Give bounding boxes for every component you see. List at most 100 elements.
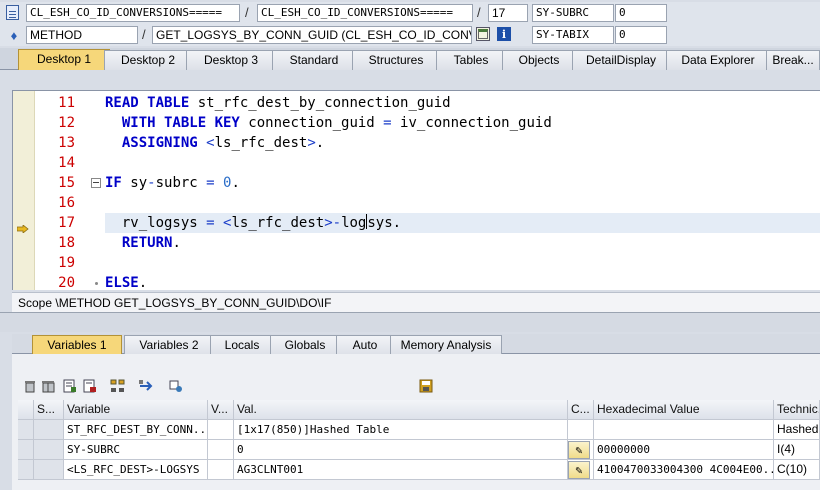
- code-line[interactable]: 15 IF sy-subrc = 0.: [13, 173, 820, 193]
- table-cell-change: ✎: [568, 460, 594, 480]
- source-code-editor[interactable]: 11 READ TABLE st_rfc_dest_by_connection_g…: [12, 90, 820, 290]
- code-line[interactable]: 20 ELSE.: [13, 273, 820, 290]
- pencil-edit-icon[interactable]: ✎: [568, 441, 590, 459]
- column-header-value[interactable]: Val.: [234, 400, 568, 420]
- table-cell-status: [34, 460, 64, 480]
- code-text[interactable]: READ TABLE st_rfc_dest_by_connection_gui…: [105, 93, 451, 113]
- info-icon[interactable]: i: [497, 27, 511, 41]
- tab-break[interactable]: Break...: [766, 50, 820, 70]
- settings-icon[interactable]: [168, 378, 184, 394]
- save-variables-icon[interactable]: [62, 378, 78, 394]
- fold-toggle-icon[interactable]: [91, 178, 101, 188]
- column-header-change[interactable]: C...: [568, 400, 594, 420]
- code-line[interactable]: 14: [13, 153, 820, 173]
- sysvar-name-field[interactable]: SY-SUBRC: [532, 4, 614, 22]
- code-line[interactable]: 18 RETURN.: [13, 233, 820, 253]
- tab-auto[interactable]: Auto: [336, 335, 394, 355]
- display-structure-icon[interactable]: [476, 27, 490, 41]
- tab-globals[interactable]: Globals: [270, 335, 340, 355]
- line-number: 11: [58, 95, 75, 111]
- tab-desktop-3[interactable]: Desktop 3: [186, 50, 276, 70]
- code-line[interactable]: 11 READ TABLE st_rfc_dest_by_connection_g…: [13, 93, 820, 113]
- code-line[interactable]: 13 ASSIGNING <ls_rfc_dest>.: [13, 133, 820, 153]
- row-selector[interactable]: [18, 460, 34, 480]
- column-header-hex[interactable]: Hexadecimal Value: [594, 400, 774, 420]
- sysvar-name-field-2[interactable]: SY-TABIX: [532, 26, 614, 44]
- column-header-v[interactable]: V...: [208, 400, 234, 420]
- keyword-token: ASSIGNING: [121, 135, 198, 151]
- table-cell-variable[interactable]: SY-SUBRC: [64, 440, 208, 460]
- row-selector-header[interactable]: [18, 400, 34, 420]
- table-cell-hex: 4100470033004300 4C004E00...: [594, 460, 774, 480]
- column-header-variable[interactable]: Variable: [64, 400, 208, 420]
- code-token: st_rfc_dest_by_connection_guid: [189, 95, 451, 111]
- table-cell-variable[interactable]: ST_RFC_DEST_BY_CONN...: [64, 420, 208, 440]
- code-token: iv_connection_guid: [391, 115, 552, 131]
- hierarchy-icon[interactable]: [110, 378, 126, 394]
- tab-desktop-2[interactable]: Desktop 2: [104, 50, 192, 70]
- tab-variables-1[interactable]: Variables 1: [32, 335, 122, 356]
- table-cell-variable[interactable]: <LS_RFC_DEST>-LOGSYS: [64, 460, 208, 480]
- code-text[interactable]: IF sy-subrc = 0.: [105, 173, 240, 193]
- code-token: =: [206, 215, 215, 231]
- table-cell-technical: Hashed T: [774, 420, 820, 440]
- delete-icon[interactable]: [22, 378, 38, 394]
- tab-memory-analysis[interactable]: Memory Analysis: [390, 335, 502, 355]
- code-line[interactable]: 19: [13, 253, 820, 273]
- separator: /: [245, 5, 249, 20]
- table-cell-value[interactable]: [1x17(850)]Hashed Table: [234, 420, 568, 440]
- table-cell-technical: C(10): [774, 460, 820, 480]
- separator: /: [142, 27, 146, 42]
- table-cell-value[interactable]: 0: [234, 440, 568, 460]
- tab-detail-display[interactable]: DetailDisplay: [572, 50, 670, 70]
- source-code-field[interactable]: CL_ESH_CO_ID_CONVERSIONS=====: [257, 4, 473, 22]
- code-token: <: [206, 135, 215, 151]
- pencil-edit-icon[interactable]: ✎: [568, 461, 590, 479]
- code-text[interactable]: ASSIGNING <ls_rfc_dest>.: [105, 133, 324, 153]
- column-header-status[interactable]: S...: [34, 400, 64, 420]
- tab-standard[interactable]: Standard: [272, 50, 356, 70]
- delete-all-icon[interactable]: [40, 378, 56, 394]
- tab-locals[interactable]: Locals: [210, 335, 274, 355]
- sysvar-value-field-2[interactable]: 0: [615, 26, 667, 44]
- sysvar-value-field[interactable]: 0: [615, 4, 667, 22]
- event-type-field[interactable]: METHOD: [26, 26, 138, 44]
- table-cell-v: [208, 440, 234, 460]
- column-header-technical[interactable]: Technic...: [774, 400, 820, 420]
- tab-variables-2[interactable]: Variables 2: [124, 335, 214, 355]
- load-variables-icon[interactable]: [82, 378, 98, 394]
- line-number: 16: [58, 195, 75, 211]
- row-selector[interactable]: [18, 440, 34, 460]
- code-text[interactable]: rv_logsys = <ls_rfc_dest>-logsys.: [105, 213, 401, 233]
- code-text[interactable]: RETURN.: [105, 233, 181, 253]
- keyword-token: WITH TABLE KEY: [121, 115, 240, 131]
- desktop-tab-strip: Desktop 1 Desktop 2 Desktop 3 Standard S…: [0, 48, 820, 70]
- code-token: ls_rfc_dest: [231, 215, 325, 231]
- execution-arrow-icon: [16, 219, 29, 234]
- code-text[interactable]: ELSE.: [105, 273, 147, 290]
- tab-structures[interactable]: Structures: [352, 50, 440, 70]
- tab-desktop-1[interactable]: Desktop 1: [18, 49, 110, 70]
- tab-objects[interactable]: Objects: [502, 50, 576, 70]
- code-text[interactable]: WITH TABLE KEY connection_guid = iv_conn…: [105, 113, 552, 133]
- code-token: sy: [121, 175, 148, 191]
- code-line[interactable]: 16: [13, 193, 820, 213]
- code-line[interactable]: 12 WITH TABLE KEY connection_guid = iv_c…: [13, 113, 820, 133]
- fold-marker-icon: [95, 282, 98, 285]
- tab-data-explorer[interactable]: Data Explorer: [666, 50, 770, 70]
- table-cell-value[interactable]: AG3CLNT001: [234, 460, 568, 480]
- code-token: subrc: [155, 175, 207, 191]
- code-line[interactable]: 17 rv_logsys = <ls_rfc_dest>-logsys.: [13, 213, 820, 234]
- pane-splitter[interactable]: [0, 312, 820, 332]
- tab-tables[interactable]: Tables: [436, 50, 506, 70]
- navigate-icon[interactable]: [138, 378, 154, 394]
- keyword-token: ELSE: [105, 275, 139, 290]
- event-name-field[interactable]: GET_LOGSYS_BY_CONN_GUID (CL_ESH_CO_ID_CO…: [152, 26, 472, 44]
- line-number-field[interactable]: 17: [488, 4, 528, 22]
- row-selector[interactable]: [18, 420, 34, 440]
- main-program-field[interactable]: CL_ESH_CO_ID_CONVERSIONS=====: [26, 4, 240, 22]
- save-icon[interactable]: [418, 378, 434, 394]
- header-row-program: CL_ESH_CO_ID_CONVERSIONS===== / CL_ESH_C…: [0, 2, 820, 24]
